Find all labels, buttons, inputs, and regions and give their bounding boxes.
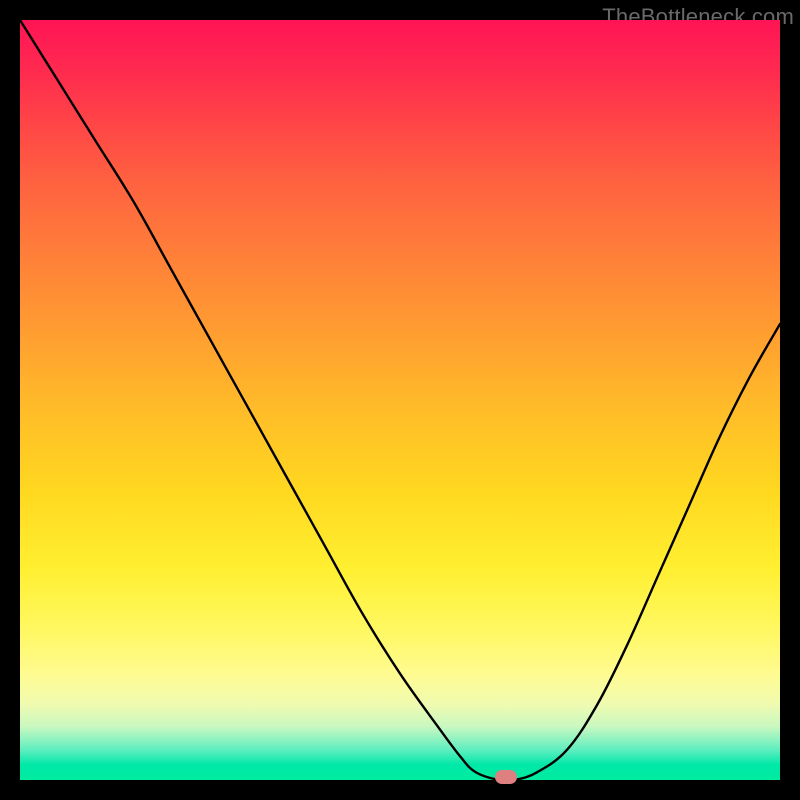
chart-container: TheBottleneck.com [0, 0, 800, 800]
optimum-marker [495, 770, 517, 784]
plot-area [20, 20, 780, 780]
